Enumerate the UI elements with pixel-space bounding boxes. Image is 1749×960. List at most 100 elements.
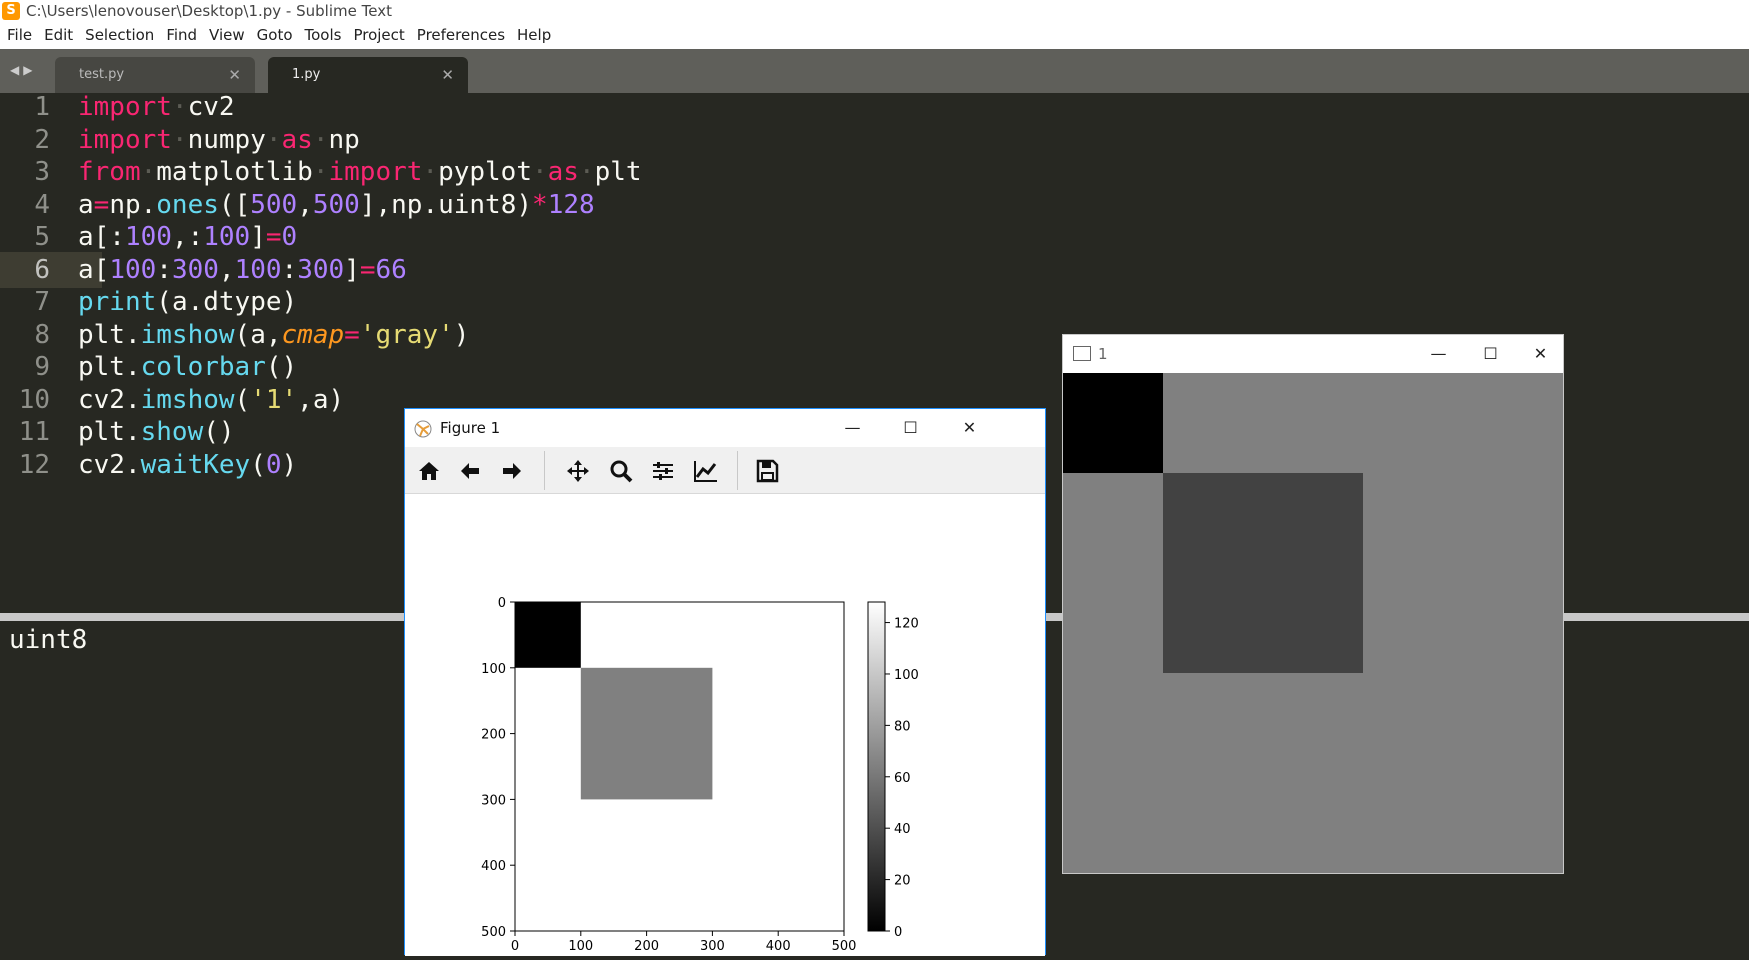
imshow-chart: 0 100 200 300 400 500 0 100 200 300 400 500 0 20 40 60 8… (481, 596, 919, 954)
y-tick-label: 400 (481, 859, 506, 874)
figure-canvas: 0 100 200 300 400 500 0 100 200 300 400 500 0 20 40 60 8… (405, 495, 1045, 956)
line-number: 7 (34, 287, 50, 317)
matplotlib-app-icon (414, 420, 432, 438)
code-text: import·cv2 (78, 92, 235, 122)
cv-window-title: 1 (1098, 345, 1108, 363)
console-output: uint8 (9, 625, 88, 655)
code-text: print(a.dtype) (78, 287, 298, 317)
line-number: 2 (34, 124, 50, 155)
menu-find[interactable]: Find (159, 22, 202, 49)
line-number: 4 (34, 189, 50, 220)
figure-toolbar (405, 447, 1045, 494)
colorbar (867, 601, 886, 932)
pan-icon[interactable] (563, 456, 593, 486)
tab-test-py[interactable]: test.py ✕ (55, 57, 255, 93)
zoom-icon[interactable] (606, 456, 636, 486)
code-line[interactable]: 4 a=np.ones([500,500],np.uint8)*128 (0, 187, 1749, 223)
close-icon[interactable]: ✕ (947, 409, 992, 447)
menu-preferences[interactable]: Preferences (410, 22, 510, 49)
colorbar-tick-label: 60 (894, 771, 911, 786)
cv-region-dark (1163, 473, 1363, 673)
image-region (580, 667, 713, 800)
tab-1-py[interactable]: 1.py ✕ (268, 57, 468, 93)
toolbar-separator (737, 451, 738, 490)
close-tab-icon[interactable]: ✕ (228, 57, 241, 93)
menu-help[interactable]: Help (510, 22, 556, 49)
x-tick-label: 400 (766, 939, 791, 954)
tab-nav-arrows-icon[interactable]: ◀▶ (10, 63, 36, 77)
maximize-icon[interactable]: ☐ (888, 409, 933, 447)
x-tick-label: 100 (568, 939, 593, 954)
home-icon[interactable] (414, 456, 444, 486)
colorbar-tick-label: 80 (894, 719, 911, 734)
y-tick-label: 100 (481, 662, 506, 677)
edit-axis-icon[interactable] (691, 456, 721, 486)
y-tick-label: 0 (498, 596, 506, 611)
y-tick-label: 500 (481, 925, 506, 940)
cv-window-titlebar: 1 — ☐ ✕ (1063, 335, 1563, 373)
colorbar-tick-label: 0 (894, 925, 902, 940)
image-region (515, 602, 581, 668)
x-tick-label: 500 (832, 939, 857, 954)
cv-image (1063, 373, 1563, 873)
code-line[interactable]: 1 import·cv2 (0, 89, 1749, 125)
colorbar-tick-label: 100 (894, 668, 919, 683)
figure-title: Figure 1 (440, 419, 501, 437)
menu-edit[interactable]: Edit (37, 22, 78, 49)
code-line[interactable]: 7 print(a.dtype) (0, 284, 1749, 320)
cv-region-black (1063, 373, 1163, 473)
tab-label: 1.py (292, 67, 321, 82)
colorbar-tick-label: 120 (894, 617, 919, 632)
forward-icon[interactable] (497, 456, 527, 486)
matplotlib-figure-window[interactable]: Figure 1 — ☐ ✕ 0 100 200 300 400 500 0 100 200 30… (404, 408, 1046, 956)
code-text: import·numpy·as·np (78, 124, 360, 155)
line-number: 3 (34, 157, 50, 187)
close-icon[interactable]: ✕ (1518, 335, 1563, 373)
menu-file[interactable]: File (0, 22, 37, 49)
tab-label: test.py (79, 67, 125, 82)
menu-bar: File Edit Selection Find View Goto Tools Projec… (0, 22, 1749, 49)
save-icon[interactable] (752, 456, 782, 486)
y-tick-label: 200 (481, 728, 506, 743)
x-tick-label: 0 (511, 939, 519, 954)
menu-view[interactable]: View (202, 22, 250, 49)
window-app-icon (1073, 346, 1091, 361)
line-number: 10 (18, 384, 50, 415)
maximize-icon[interactable]: ☐ (1468, 335, 1513, 373)
configure-subplots-icon[interactable] (648, 456, 678, 486)
minimize-icon[interactable]: — (830, 409, 875, 447)
code-text: plt.show() (78, 417, 235, 447)
line-number: 9 (34, 352, 50, 382)
code-line[interactable]: 2 import·numpy·as·np (0, 122, 1749, 158)
sublime-app-icon: S (2, 2, 20, 20)
code-text: plt.imshow(a,cmap='gray') (78, 319, 470, 350)
toolbar-separator (544, 451, 545, 490)
code-text: a[:100,:100]=0 (78, 222, 298, 252)
code-line[interactable]: 6 a[100:300,100:300]=66 (0, 251, 1749, 288)
x-tick-label: 300 (700, 939, 725, 954)
line-number: 1 (34, 92, 50, 122)
line-number: 12 (18, 449, 50, 480)
close-tab-icon[interactable]: ✕ (441, 57, 454, 93)
line-number: 11 (18, 417, 50, 447)
code-text: cv2.imshow('1',a) (78, 384, 345, 415)
window-title: C:\Users\lenovouser\Desktop\1.py - Subli… (26, 2, 392, 20)
line-number: 6 (34, 254, 50, 285)
line-number: 5 (34, 222, 50, 252)
menu-selection[interactable]: Selection (78, 22, 159, 49)
colorbar-tick-label: 20 (894, 874, 911, 889)
code-line[interactable]: 5 a[:100,:100]=0 (0, 219, 1749, 255)
x-tick-label: 200 (634, 939, 659, 954)
colorbar-tick-label: 40 (894, 822, 911, 837)
code-text: a[100:300,100:300]=66 (78, 254, 407, 285)
code-line[interactable]: 3 from·matplotlib·import·pyplot·as·plt (0, 154, 1749, 190)
back-icon[interactable] (455, 456, 485, 486)
code-text: cv2.waitKey(0) (78, 449, 298, 480)
tab-bar: ◀▶ test.py ✕ 1.py ✕ (0, 49, 1749, 93)
menu-goto[interactable]: Goto (250, 22, 298, 49)
minimize-icon[interactable]: — (1416, 335, 1461, 373)
figure-titlebar: Figure 1 — ☐ ✕ (405, 409, 1045, 447)
menu-project[interactable]: Project (346, 22, 409, 49)
cv-image-window[interactable]: 1 — ☐ ✕ (1062, 334, 1564, 874)
menu-tools[interactable]: Tools (298, 22, 347, 49)
